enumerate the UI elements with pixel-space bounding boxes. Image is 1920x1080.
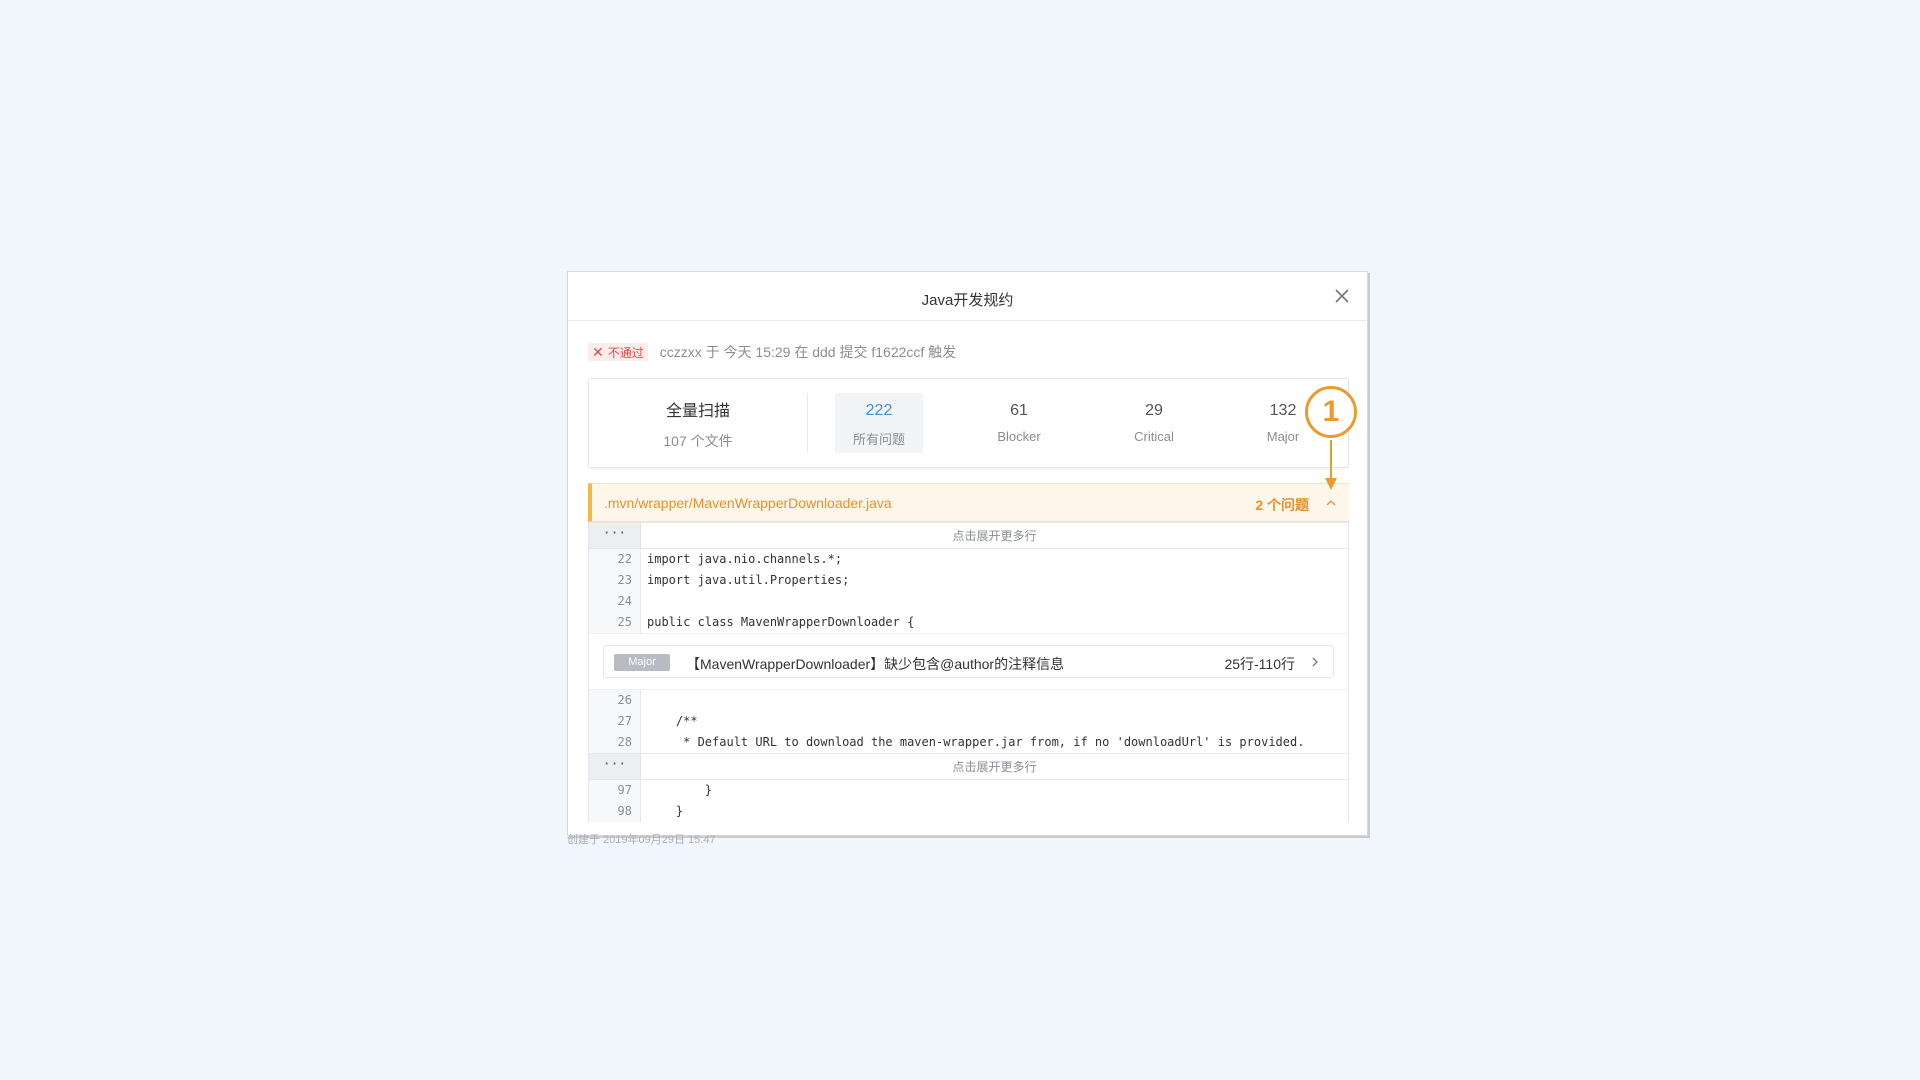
expand-label: 点击展开更多行 (952, 529, 1037, 543)
code-text: /** (647, 714, 698, 728)
code-line: 23 import java.util.Properties; (589, 570, 1348, 591)
line-number: 97 (589, 780, 641, 801)
trigger-info: cczzxx 于 今天 15:29 在 ddd 提交 f1622ccf 触发 (659, 344, 957, 360)
code-viewer: ··· 点击展开更多行 22 import java.nio.channels.*… (588, 522, 1349, 822)
code-text: } (647, 783, 713, 797)
code-text: import java.nio.channels.*; (647, 552, 843, 566)
code-text: import java.util.Properties; (647, 573, 850, 587)
code-text: * Default URL to download the maven-wrap… (647, 735, 1305, 749)
build-status-row: ✕ 不通过 cczzxx 于 今天 15:29 在 ddd 提交 f1622cc… (588, 342, 956, 362)
line-number: 22 (589, 549, 641, 570)
line-number: 26 (589, 690, 641, 711)
line-number: 28 (589, 732, 641, 753)
line-number: 23 (589, 570, 641, 591)
status-badge-label: 不通过 (607, 345, 644, 360)
rule-detail-modal: Java开发规约 ✕ 不通过 cczzxx 于 今天 15:29 在 ddd 提… (567, 271, 1368, 836)
chevron-up-icon[interactable] (1325, 497, 1337, 509)
code-line: 26 (589, 690, 1348, 711)
code-text: } (647, 804, 684, 818)
scan-summary: 全量扫描 107 个文件 222 所有问题 61 Blocker 29 Crit… (588, 378, 1349, 468)
status-badge: ✕ 不通过 (588, 343, 648, 361)
scan-file-count: 107 个文件 (663, 433, 733, 449)
modal-header: Java开发规约 (568, 272, 1367, 321)
stat-critical[interactable]: 29 Critical (1110, 393, 1198, 453)
line-number: 27 (589, 711, 641, 732)
file-issue-count: 2 个问题 (1255, 497, 1309, 513)
code-line: 28 * Default URL to download the maven-w… (589, 732, 1348, 753)
code-line: 22 import java.nio.channels.*; (589, 549, 1348, 570)
chevron-right-icon (1312, 657, 1318, 667)
line-number: 24 (589, 591, 641, 612)
file-header[interactable]: .mvn/wrapper/MavenWrapperDownloader.java… (588, 483, 1349, 522)
file-path[interactable]: .mvn/wrapper/MavenWrapperDownloader.java (604, 495, 892, 511)
scan-title: 全量扫描 (665, 403, 730, 420)
code-line: 25 public class MavenWrapperDownloader { (589, 612, 1348, 633)
fail-icon: ✕ (592, 343, 604, 360)
issue-message: 【MavenWrapperDownloader】缺少包含@author的注释信息 (686, 656, 1065, 672)
modal-title: Java开发规约 (921, 292, 1014, 309)
stat-label: Critical (1134, 429, 1174, 444)
code-line: 24 (589, 591, 1348, 612)
stat-value: 29 (1145, 402, 1163, 419)
footer-fragment: 创建于 2019年09月29日 15:47 (567, 834, 716, 846)
annotation-marker: 1 (1305, 386, 1357, 438)
stat-blocker[interactable]: 61 Blocker (975, 393, 1063, 453)
stat-value: 61 (1010, 402, 1028, 419)
code-line: 98 } (589, 801, 1348, 822)
severity-badge: Major (614, 654, 670, 671)
close-icon[interactable] (1333, 287, 1351, 305)
scan-type: 全量扫描 107 个文件 (589, 379, 807, 467)
issue-line-range: 25行-110行 (1224, 656, 1295, 672)
expand-more-lines[interactable]: ··· 点击展开更多行 (589, 522, 1348, 549)
code-line: 97 } (589, 780, 1348, 801)
code-line: 27 /** (589, 711, 1348, 732)
annotation-arrow-icon (1325, 440, 1337, 490)
divider (807, 393, 808, 453)
expand-label: 点击展开更多行 (952, 760, 1037, 774)
expand-more-lines[interactable]: ··· 点击展开更多行 (589, 753, 1348, 780)
line-number: 25 (589, 612, 641, 633)
ellipsis-icon: ··· (589, 754, 641, 779)
stat-all-issues[interactable]: 222 所有问题 (835, 393, 923, 453)
code-text: public class MavenWrapperDownloader { (647, 615, 915, 629)
issue-card[interactable]: Major 【MavenWrapperDownloader】缺少包含@autho… (603, 645, 1334, 678)
ellipsis-icon: ··· (589, 523, 641, 548)
inline-issue-row: Major 【MavenWrapperDownloader】缺少包含@autho… (589, 633, 1348, 690)
stat-label: Blocker (997, 429, 1041, 444)
stat-value: 222 (865, 402, 893, 419)
stat-label: 所有问题 (852, 432, 905, 447)
line-number: 98 (589, 801, 641, 822)
